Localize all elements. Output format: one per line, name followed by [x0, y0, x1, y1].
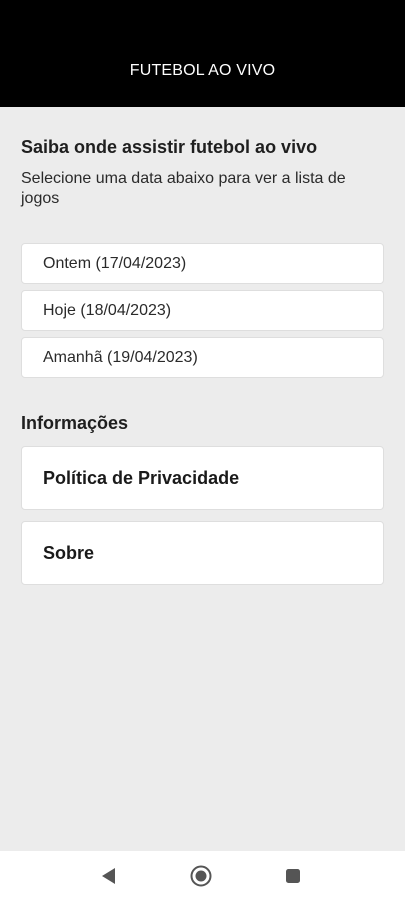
- app-bar: FUTEBOL AO VIVO: [0, 0, 405, 107]
- intro-heading: Saiba onde assistir futebol ao vivo: [21, 137, 318, 157]
- info-list: Política de Privacidade Sobre: [21, 446, 384, 585]
- date-item-label: Amanhã (19/04/2023): [43, 348, 198, 366]
- date-item-yesterday[interactable]: Ontem (17/04/2023): [21, 243, 384, 284]
- privacy-policy-item[interactable]: Política de Privacidade: [21, 446, 384, 510]
- date-item-label: Hoje (18/04/2023): [43, 301, 172, 319]
- recents-square-icon: [286, 869, 300, 883]
- app-title: FUTEBOL AO VIVO: [129, 62, 276, 79]
- back-button[interactable]: [98, 865, 120, 887]
- system-nav-bar: [0, 851, 405, 900]
- date-item-today[interactable]: Hoje (18/04/2023): [21, 290, 384, 331]
- intro-subheading: Selecione uma data abaixo para ver a lis…: [21, 170, 346, 207]
- info-item-label: Política de Privacidade: [43, 467, 240, 488]
- info-section-title: Informações: [21, 413, 129, 433]
- back-triangle-icon: [102, 868, 115, 884]
- recents-button[interactable]: [282, 865, 304, 887]
- date-list: Ontem (17/04/2023) Hoje (18/04/2023) Ama…: [21, 243, 384, 378]
- date-item-tomorrow[interactable]: Amanhã (19/04/2023): [21, 337, 384, 378]
- date-item-label: Ontem (17/04/2023): [43, 254, 187, 272]
- info-item-label: Sobre: [43, 542, 95, 563]
- home-button[interactable]: [190, 865, 212, 887]
- main-content: Saiba onde assistir futebol ao vivo Sele…: [0, 107, 405, 851]
- about-item[interactable]: Sobre: [21, 521, 384, 585]
- home-circle-icon: [190, 865, 212, 887]
